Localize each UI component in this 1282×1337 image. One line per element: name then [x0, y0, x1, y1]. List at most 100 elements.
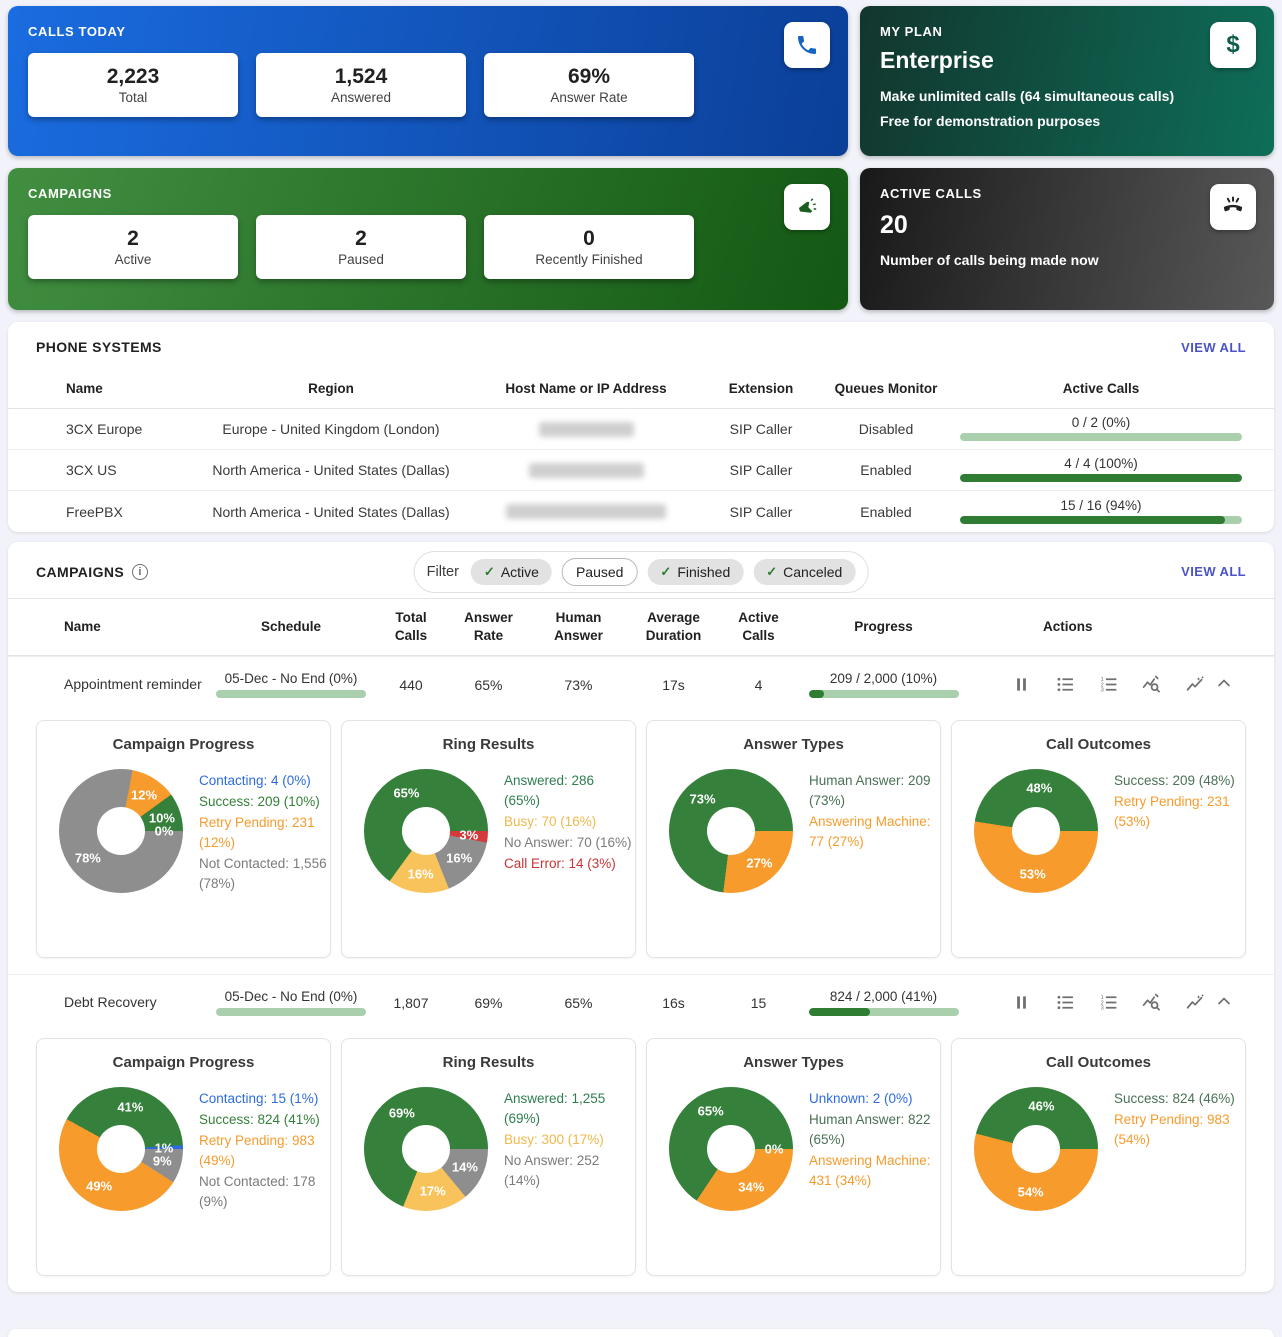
col-human-answer: Human Answer: [531, 609, 626, 645]
campaigns-summary-card: CAMPAIGNS 2 Active 2 Paused 0 Recently F…: [8, 168, 848, 310]
phone-systems-title: PHONE SYSTEMS: [36, 339, 162, 355]
donut-hole: [402, 807, 450, 855]
stat-paused-campaigns-label: Paused: [338, 252, 384, 267]
slice-label: 17%: [420, 1184, 446, 1199]
chart-card-call-outcomes: Call Outcomes46%54%Success: 824 (46%)Ret…: [951, 1038, 1246, 1276]
stat-answered: 1,524 Answered: [256, 53, 466, 117]
schedule-progress-bar: [216, 1008, 366, 1016]
campaign-answer-rate: 69%: [446, 995, 531, 1011]
active-calls-subtitle: Number of calls being made now: [880, 252, 1254, 268]
stats-search-button[interactable]: [1141, 674, 1162, 696]
slice-label: 41%: [117, 1100, 143, 1115]
live-stats-button[interactable]: [1185, 992, 1206, 1014]
chart-card-ring-results: Ring Results69%17%14%Answered: 1,255 (69…: [341, 1038, 636, 1276]
col-active-calls: Active Calls: [721, 609, 796, 645]
campaigns-summary-title: CAMPAIGNS: [28, 186, 828, 201]
ordered-list-button[interactable]: 123: [1098, 992, 1119, 1014]
stat-active-campaigns-label: Active: [115, 252, 152, 267]
plan-line-2: Free for demonstration purposes: [880, 113, 1254, 129]
legend-item: Human Answer: 209 (73%): [809, 771, 937, 811]
slice-label: 10%: [149, 810, 175, 825]
filter-label: Filter: [427, 564, 459, 580]
stat-answer-rate-value: 69%: [568, 65, 610, 89]
legend-item: Busy: 70 (16%): [504, 812, 632, 832]
ordered-list-button[interactable]: 123: [1098, 674, 1119, 696]
campaign-actions: 123: [971, 992, 1206, 1014]
col-extension: Extension: [706, 381, 816, 396]
host-redacted: [506, 504, 666, 519]
svg-text:3: 3: [1101, 688, 1104, 694]
filter-chip-finished[interactable]: ✓Finished: [647, 559, 743, 585]
campaign-charts-row: Campaign Progress1%41%49%9%Contacting: 1…: [8, 1030, 1274, 1292]
donut-hole: [1012, 807, 1060, 855]
campaign-human-answer: 73%: [531, 677, 626, 693]
active-calls-ratio: 0 / 2 (0%): [956, 415, 1246, 430]
col-name: Name: [64, 618, 206, 636]
phone-system-region: Europe - United Kingdom (London): [196, 421, 466, 437]
donut-hole: [707, 807, 755, 855]
donut-chart: 73%27%: [669, 769, 793, 893]
slice-label: 54%: [1018, 1184, 1044, 1199]
campaign-filter-group: Filter ✓Active Paused ✓Finished ✓Cancele…: [414, 551, 869, 593]
stats-search-button[interactable]: [1141, 992, 1162, 1014]
info-icon[interactable]: i: [132, 564, 148, 580]
stat-total-value: 2,223: [107, 65, 160, 89]
phone-system-queues: Enabled: [816, 462, 956, 478]
chart-card-answer-types: Answer Types0%65%34%Unknown: 2 (0%)Human…: [646, 1038, 941, 1276]
pause-button[interactable]: [1011, 674, 1032, 696]
stat-answered-label: Answered: [331, 90, 391, 105]
campaigns-view-all-link[interactable]: VIEW ALL: [1181, 564, 1246, 579]
phone-systems-view-all-link[interactable]: VIEW ALL: [1181, 340, 1246, 355]
filter-chip-active[interactable]: ✓Active: [471, 559, 552, 585]
table-row[interactable]: 3CX US North America - United States (Da…: [8, 450, 1274, 491]
collapse-chevron[interactable]: [1206, 673, 1241, 696]
calls-today-stats: 2,223 Total 1,524 Answered 69% Answer Ra…: [28, 53, 828, 117]
chart-title: Campaign Progress: [37, 736, 330, 753]
table-row[interactable]: 3CX Europe Europe - United Kingdom (Lond…: [8, 409, 1274, 450]
phone-system-extension: SIP Caller: [706, 462, 816, 478]
live-stats-button[interactable]: [1185, 674, 1206, 696]
legend-item: Success: 824 (41%): [199, 1110, 327, 1130]
chart-legend: Human Answer: 209 (73%)Answering Machine…: [809, 771, 937, 893]
chart-legend: Contacting: 15 (1%)Success: 824 (41%)Ret…: [199, 1089, 327, 1213]
campaign-progress-bar: [809, 1008, 959, 1016]
filter-chip-canceled[interactable]: ✓Canceled: [753, 559, 855, 585]
campaign-average-duration: 16s: [626, 995, 721, 1011]
legend-item: Unknown: 2 (0%): [809, 1089, 937, 1109]
my-plan-card: MY PLAN $ Enterprise Make unlimited call…: [860, 6, 1274, 156]
table-row[interactable]: FreePBX North America - United States (D…: [8, 491, 1274, 532]
campaign-name: Appointment reminder: [64, 675, 206, 693]
table-row[interactable]: Appointment reminder 05-Dec - No End (0%…: [8, 656, 1274, 712]
table-row[interactable]: Debt Recovery 05-Dec - No End (0%) 1,807…: [8, 974, 1274, 1030]
plan-name: Enterprise: [880, 47, 1254, 74]
slice-label: 69%: [389, 1106, 415, 1121]
contact-list-button[interactable]: [1054, 992, 1075, 1014]
legend-item: Busy: 300 (17%): [504, 1130, 632, 1150]
campaign-answer-rate: 65%: [446, 677, 531, 693]
chart-legend: Unknown: 2 (0%)Human Answer: 822 (65%)An…: [809, 1089, 937, 1211]
campaign-active-calls: 4: [721, 677, 796, 693]
active-calls-progress-bar: [960, 474, 1242, 482]
contact-list-button[interactable]: [1054, 674, 1075, 696]
dashboard-page: CALLS TODAY 2,223 Total 1,524 Answered 6…: [0, 0, 1282, 1292]
legend-item: No Answer: 70 (16%): [504, 833, 632, 853]
host-redacted: [539, 422, 634, 437]
donut-hole: [97, 807, 145, 855]
phone-systems-panel: PHONE SYSTEMS VIEW ALL Name Region Host …: [8, 322, 1274, 532]
filter-chip-paused[interactable]: Paused: [562, 558, 637, 586]
calls-today-card: CALLS TODAY 2,223 Total 1,524 Answered 6…: [8, 6, 848, 156]
chart-card-ring-results: Ring Results65%16%16%3%Answered: 286 (65…: [341, 720, 636, 958]
campaigns-summary-stats: 2 Active 2 Paused 0 Recently Finished: [28, 215, 828, 279]
slice-label: 65%: [393, 785, 419, 800]
stat-answered-value: 1,524: [335, 65, 388, 89]
legend-item: Not Contacted: 178 (9%): [199, 1172, 327, 1212]
legend-item: No Answer: 252 (14%): [504, 1151, 632, 1191]
chart-card-answer-types: Answer Types73%27%Human Answer: 209 (73%…: [646, 720, 941, 958]
phone-system-extension: SIP Caller: [706, 421, 816, 437]
slice-label: 53%: [1020, 866, 1046, 881]
stat-finished-campaigns-value: 0: [583, 227, 595, 251]
slice-label: 78%: [75, 851, 101, 866]
pause-button[interactable]: [1011, 992, 1032, 1014]
collapse-chevron[interactable]: [1206, 991, 1241, 1014]
active-calls-progress-bar: [960, 433, 1242, 441]
